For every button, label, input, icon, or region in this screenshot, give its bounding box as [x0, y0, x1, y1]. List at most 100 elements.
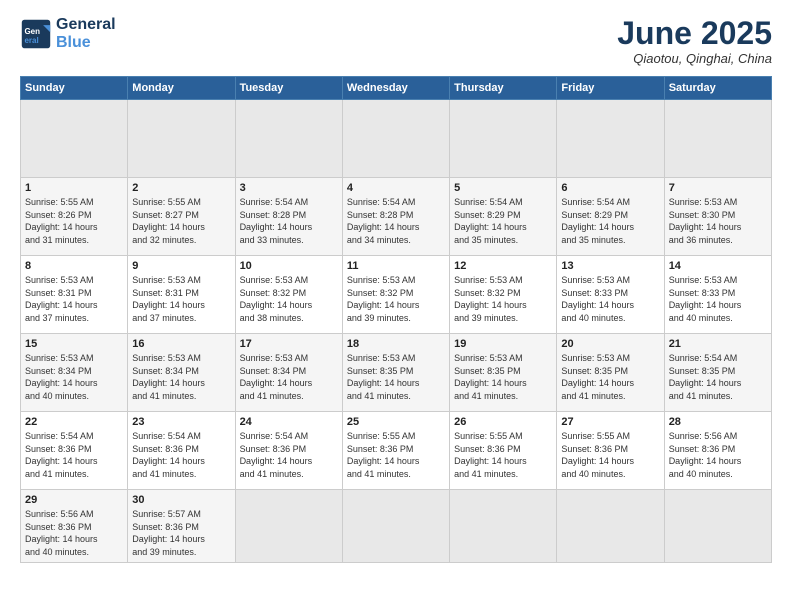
day-number: 4 — [347, 182, 445, 194]
day-number: 24 — [240, 416, 338, 428]
day-number: 8 — [25, 260, 123, 272]
col-thursday: Thursday — [450, 77, 557, 100]
day-number: 6 — [561, 182, 659, 194]
logo: Gen eral General Blue — [20, 16, 116, 51]
calendar-header-row: Sunday Monday Tuesday Wednesday Thursday… — [21, 77, 772, 100]
logo-text-block: General Blue — [56, 16, 116, 51]
day-number: 12 — [454, 260, 552, 272]
table-row: 14 Sunrise: 5:53 AM Sunset: 8:33 PM Dayli… — [664, 256, 771, 334]
logo-blue: Blue — [56, 34, 116, 52]
day-number: 20 — [561, 338, 659, 350]
day-number: 25 — [347, 416, 445, 428]
svg-text:eral: eral — [24, 35, 38, 44]
table-row: 5 Sunrise: 5:54 AM Sunset: 8:29 PM Daylig… — [450, 178, 557, 256]
table-row — [557, 490, 664, 562]
header: Gen eral General Blue June 2025 Qiaotou,… — [20, 16, 772, 66]
table-row — [450, 490, 557, 562]
month-title: June 2025 — [617, 16, 772, 51]
table-row: 25Sunrise: 5:55 AM Sunset: 8:36 PM Dayli… — [342, 412, 449, 490]
table-row: 10 Sunrise: 5:53 AM Sunset: 8:32 PM Dayli… — [235, 256, 342, 334]
day-info: Sunrise: 5:53 AM Sunset: 8:33 PM Dayligh… — [669, 274, 767, 324]
day-number: 30 — [132, 494, 230, 506]
table-row — [235, 490, 342, 562]
col-saturday: Saturday — [664, 77, 771, 100]
table-row: 29 Sunrise: 5:56 AM Sunset: 8:36 PM Dayli… — [21, 490, 128, 562]
day-info: Sunrise: 5:53 AM Sunset: 8:35 PM Dayligh… — [561, 352, 659, 402]
day-info: Sunrise: 5:56 AM Sunset: 8:36 PM Dayligh… — [669, 430, 767, 480]
table-row: 28 Sunrise: 5:56 AM Sunset: 8:36 PM Dayli… — [664, 412, 771, 490]
title-block: June 2025 Qiaotou, Qinghai, China — [617, 16, 772, 66]
day-info: Sunrise: 5:54 AM Sunset: 8:28 PM Dayligh… — [240, 196, 338, 246]
table-row: 17Sunrise: 5:53 AM Sunset: 8:34 PM Dayli… — [235, 334, 342, 412]
table-row: 1Sunrise: 5:55 AM Sunset: 8:26 PM Daylig… — [21, 178, 128, 256]
day-number: 10 — [240, 260, 338, 272]
table-row — [128, 100, 235, 178]
table-row — [450, 100, 557, 178]
calendar-table: Sunday Monday Tuesday Wednesday Thursday… — [20, 76, 772, 562]
day-number: 27 — [561, 416, 659, 428]
table-row: 23Sunrise: 5:54 AM Sunset: 8:36 PM Dayli… — [128, 412, 235, 490]
day-info: Sunrise: 5:54 AM Sunset: 8:29 PM Dayligh… — [454, 196, 552, 246]
day-info: Sunrise: 5:54 AM Sunset: 8:36 PM Dayligh… — [132, 430, 230, 480]
day-info: Sunrise: 5:55 AM Sunset: 8:27 PM Dayligh… — [132, 196, 230, 246]
day-info: Sunrise: 5:54 AM Sunset: 8:28 PM Dayligh… — [347, 196, 445, 246]
col-wednesday: Wednesday — [342, 77, 449, 100]
day-number: 3 — [240, 182, 338, 194]
table-row: 27 Sunrise: 5:55 AM Sunset: 8:36 PM Dayli… — [557, 412, 664, 490]
day-info: Sunrise: 5:56 AM Sunset: 8:36 PM Dayligh… — [25, 508, 123, 558]
day-number: 16 — [132, 338, 230, 350]
day-info: Sunrise: 5:53 AM Sunset: 8:32 PM Dayligh… — [240, 274, 338, 324]
table-row — [557, 100, 664, 178]
table-row: 20 Sunrise: 5:53 AM Sunset: 8:35 PM Dayli… — [557, 334, 664, 412]
page: Gen eral General Blue June 2025 Qiaotou,… — [0, 0, 792, 612]
table-row — [21, 100, 128, 178]
day-number: 26 — [454, 416, 552, 428]
table-row — [342, 490, 449, 562]
day-number: 5 — [454, 182, 552, 194]
day-number: 28 — [669, 416, 767, 428]
table-row: 18Sunrise: 5:53 AM Sunset: 8:35 PM Dayli… — [342, 334, 449, 412]
day-info: Sunrise: 5:53 AM Sunset: 8:35 PM Dayligh… — [454, 352, 552, 402]
table-row: 15Sunrise: 5:53 AM Sunset: 8:34 PM Dayli… — [21, 334, 128, 412]
table-row — [664, 490, 771, 562]
day-info: Sunrise: 5:55 AM Sunset: 8:26 PM Dayligh… — [25, 196, 123, 246]
day-info: Sunrise: 5:53 AM Sunset: 8:31 PM Dayligh… — [25, 274, 123, 324]
table-row: 6Sunrise: 5:54 AM Sunset: 8:29 PM Daylig… — [557, 178, 664, 256]
day-info: Sunrise: 5:53 AM Sunset: 8:34 PM Dayligh… — [132, 352, 230, 402]
col-friday: Friday — [557, 77, 664, 100]
svg-text:Gen: Gen — [24, 27, 40, 36]
day-number: 19 — [454, 338, 552, 350]
day-info: Sunrise: 5:55 AM Sunset: 8:36 PM Dayligh… — [454, 430, 552, 480]
table-row: 19 Sunrise: 5:53 AM Sunset: 8:35 PM Dayli… — [450, 334, 557, 412]
day-number: 17 — [240, 338, 338, 350]
logo-icon: Gen eral — [20, 18, 52, 50]
col-tuesday: Tuesday — [235, 77, 342, 100]
table-row: 11 Sunrise: 5:53 AM Sunset: 8:32 PM Dayli… — [342, 256, 449, 334]
day-number: 29 — [25, 494, 123, 506]
day-number: 13 — [561, 260, 659, 272]
table-row: 21Sunrise: 5:54 AM Sunset: 8:35 PM Dayli… — [664, 334, 771, 412]
table-row: 2 Sunrise: 5:55 AM Sunset: 8:27 PM Daylig… — [128, 178, 235, 256]
table-row: 9Sunrise: 5:53 AM Sunset: 8:31 PM Daylig… — [128, 256, 235, 334]
table-row: 12Sunrise: 5:53 AM Sunset: 8:32 PM Dayli… — [450, 256, 557, 334]
col-sunday: Sunday — [21, 77, 128, 100]
day-info: Sunrise: 5:54 AM Sunset: 8:35 PM Dayligh… — [669, 352, 767, 402]
table-row — [342, 100, 449, 178]
table-row: 13Sunrise: 5:53 AM Sunset: 8:33 PM Dayli… — [557, 256, 664, 334]
day-info: Sunrise: 5:57 AM Sunset: 8:36 PM Dayligh… — [132, 508, 230, 558]
col-monday: Monday — [128, 77, 235, 100]
day-number: 11 — [347, 260, 445, 272]
day-info: Sunrise: 5:54 AM Sunset: 8:36 PM Dayligh… — [240, 430, 338, 480]
day-info: Sunrise: 5:53 AM Sunset: 8:35 PM Dayligh… — [347, 352, 445, 402]
table-row: 26 Sunrise: 5:55 AM Sunset: 8:36 PM Dayli… — [450, 412, 557, 490]
day-info: Sunrise: 5:53 AM Sunset: 8:32 PM Dayligh… — [347, 274, 445, 324]
day-number: 2 — [132, 182, 230, 194]
table-row — [235, 100, 342, 178]
day-number: 14 — [669, 260, 767, 272]
day-info: Sunrise: 5:53 AM Sunset: 8:34 PM Dayligh… — [25, 352, 123, 402]
day-number: 9 — [132, 260, 230, 272]
table-row — [664, 100, 771, 178]
day-info: Sunrise: 5:55 AM Sunset: 8:36 PM Dayligh… — [561, 430, 659, 480]
table-row: 30 Sunrise: 5:57 AM Sunset: 8:36 PM Dayli… — [128, 490, 235, 562]
logo-general: General — [56, 16, 116, 34]
